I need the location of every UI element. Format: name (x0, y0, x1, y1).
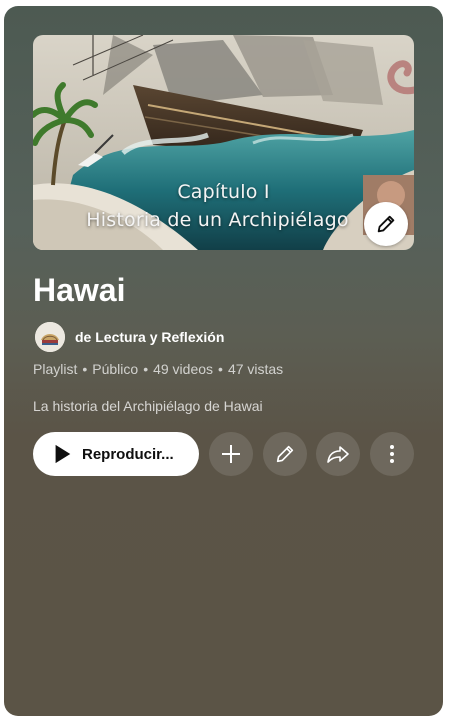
video-count: 49 videos (153, 361, 214, 377)
pencil-icon (276, 445, 294, 463)
playlist-visibility: Público (92, 361, 139, 377)
meta-separator: • (82, 361, 88, 377)
add-to-playlist-button[interactable] (209, 432, 253, 476)
meta-separator: • (143, 361, 149, 377)
playlist-meta: Playlist • Público • 49 videos • 47 vist… (33, 361, 283, 377)
share-button[interactable] (316, 432, 360, 476)
view-count: 47 vistas (227, 361, 284, 377)
playlist-description: La historia del Archipiélago de Hawai (33, 398, 263, 414)
channel-link[interactable]: de Lectura y Reflexión (35, 322, 224, 352)
play-all-label: Reproducir... (82, 445, 174, 463)
thumbnail-caption-line1: Capítulo I (177, 181, 270, 203)
play-icon (51, 443, 73, 465)
play-all-button[interactable]: Reproducir... (33, 432, 199, 476)
more-vertical-icon (390, 445, 394, 463)
playlist-header-card: Capítulo I Historia de un Archipiélago H… (4, 6, 443, 716)
meta-separator: • (218, 361, 223, 377)
playlist-title: Hawai (33, 272, 126, 308)
plus-icon (222, 445, 240, 463)
playlist-type: Playlist (33, 361, 78, 377)
playlist-thumbnail[interactable]: Capítulo I Historia de un Archipiélago (33, 35, 414, 250)
playlist-actions: Reproducir... (33, 432, 423, 476)
share-arrow-icon (327, 446, 349, 463)
edit-playlist-button[interactable] (263, 432, 307, 476)
channel-name[interactable]: de Lectura y Reflexión (75, 329, 224, 345)
thumbnail-caption-line2: Historia de un Archipiélago (86, 209, 349, 231)
channel-avatar[interactable] (35, 322, 65, 352)
avatar-image (35, 322, 65, 352)
edit-thumbnail-button[interactable] (364, 202, 408, 246)
more-actions-button[interactable] (370, 432, 414, 476)
pencil-icon (377, 215, 395, 233)
